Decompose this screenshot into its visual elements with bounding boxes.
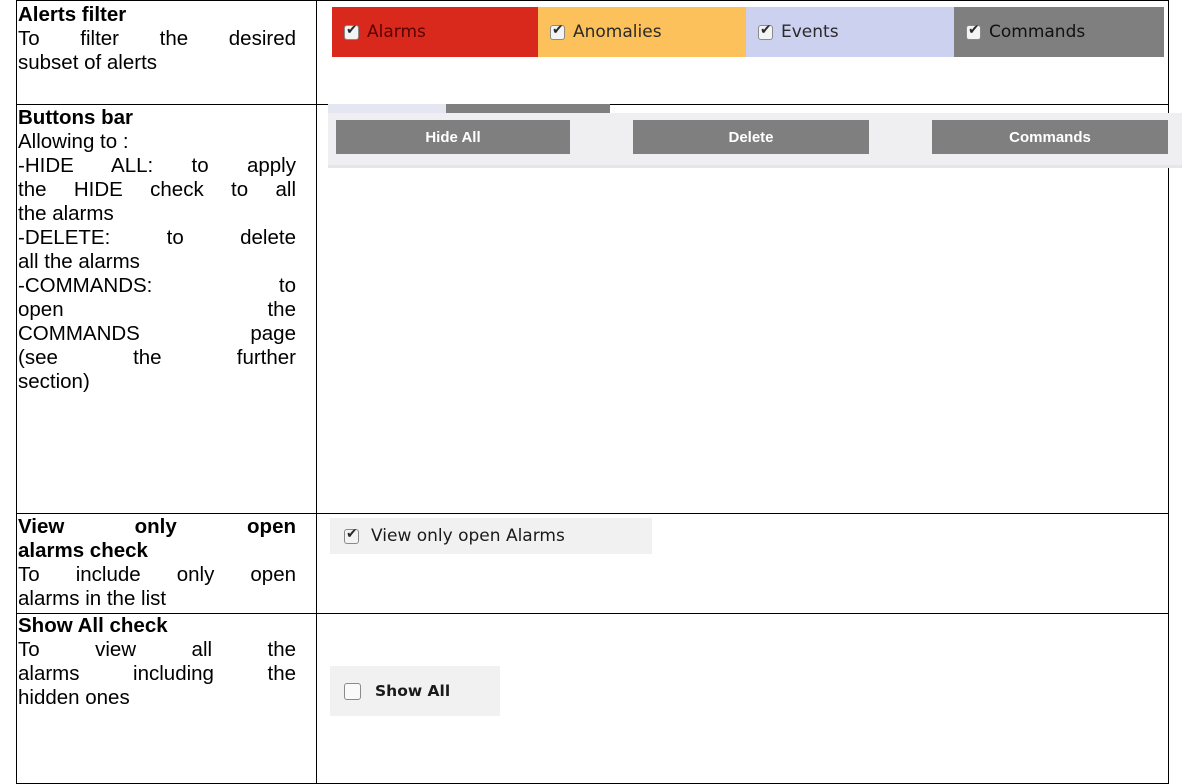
filter-tab-events[interactable]: Events [746,7,954,57]
description-line: To include only open [18,563,296,586]
description-line: all the alarms [18,250,140,273]
buttons-bar-description: Buttons bar Allowing to : -HIDE ALL: to … [18,106,296,394]
row-divider-2 [16,513,1169,514]
description-line: To filter the desired [18,27,296,50]
filter-tab-label: Events [781,22,839,42]
filter-tab-label: Alarms [367,22,426,42]
description-line: section) [18,370,90,393]
view-only-open-heading: View only open [18,515,296,538]
alerts-filter-description: Alerts filter To filter the desired subs… [18,3,296,75]
description-line: the alarms [18,202,114,225]
view-only-open-alarms-check[interactable]: View only open Alarms [330,518,652,554]
table-border-top [16,0,1169,1]
description-line: open the [18,298,296,321]
bar-divider [328,165,1182,168]
description-line: (see the further [18,346,296,369]
events-checkbox[interactable] [758,22,773,40]
show-all-description: Show All check To view all the alarms in… [18,614,296,710]
show-all-check[interactable]: Show All [330,666,500,716]
alarms-checkbox[interactable] [344,22,359,40]
buttons-bar-heading: Buttons bar [18,106,134,129]
view-only-open-label: View only open Alarms [371,526,565,546]
table-border-left [16,0,17,784]
description-line: alarms including the [18,662,296,685]
description-line: -DELETE: to delete [18,226,296,249]
description-line: COMMANDS page [18,322,296,345]
cropped-strip [446,104,610,113]
description-line: -HIDE ALL: to apply [18,154,296,177]
hide-all-button[interactable]: Hide All [336,120,570,154]
description-line: alarms in the list [18,587,167,610]
filter-tab-label: Anomalies [573,22,662,42]
description-line: subset of alerts [18,51,158,74]
description-line: the HIDE check to all [18,178,296,201]
view-only-open-description: View only open alarms check To include o… [18,515,296,611]
buttons-bar: Hide All Delete Commands [328,113,1182,168]
commands-checkbox[interactable] [966,22,981,40]
description-line: -COMMANDS: to [18,274,296,297]
column-divider [316,0,317,784]
show-all-checkbox[interactable] [344,682,361,700]
commands-button[interactable]: Commands [932,120,1168,154]
alerts-filter-bar: Alarms Anomalies Events Commands [332,7,1164,57]
document-table: Alerts filter To filter the desired subs… [0,0,1192,784]
filter-tab-commands[interactable]: Commands [954,7,1164,57]
description-line: Allowing to : [18,130,129,153]
description-line: hidden ones [18,686,130,709]
alerts-filter-heading: Alerts filter [18,3,127,26]
description-line: To view all the [18,638,296,661]
anomalies-checkbox[interactable] [550,22,565,40]
filter-tab-anomalies[interactable]: Anomalies [538,7,746,57]
show-all-label: Show All [375,682,451,700]
filter-tab-label: Commands [989,22,1086,42]
delete-button[interactable]: Delete [633,120,869,154]
show-all-heading: Show All check [18,614,168,637]
cropped-strip [328,104,446,113]
view-only-open-heading: alarms check [18,539,148,562]
filter-tab-alarms[interactable]: Alarms [332,7,538,57]
view-only-open-checkbox[interactable] [344,526,359,544]
